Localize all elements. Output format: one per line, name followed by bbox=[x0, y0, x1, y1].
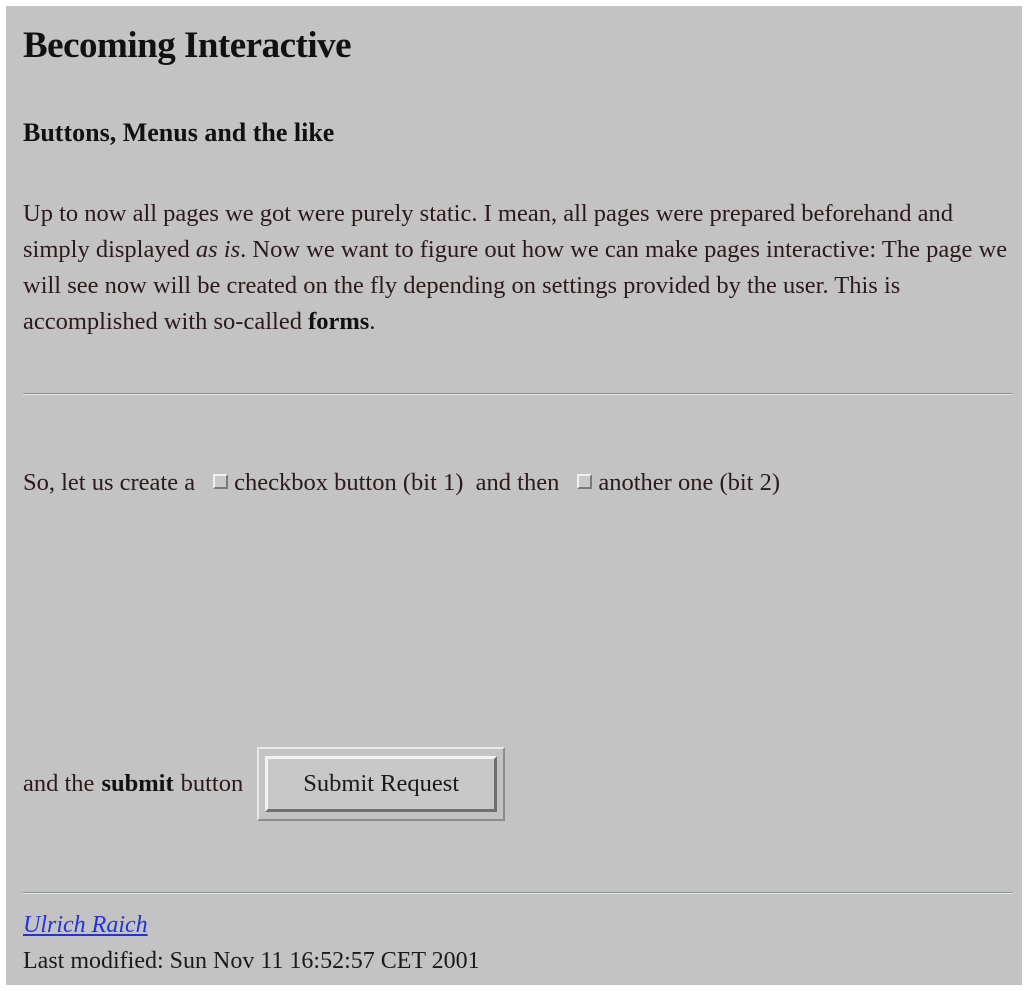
submit-button-frame: Submit Request bbox=[257, 747, 506, 821]
last-modified-text: Last modified: Sun Nov 11 16:52:57 CET 2… bbox=[23, 948, 480, 974]
intro-text-3: . bbox=[369, 308, 376, 335]
checkbox-bit2[interactable] bbox=[577, 474, 593, 489]
horizontal-rule-top bbox=[23, 393, 1013, 395]
horizontal-rule-bottom bbox=[23, 892, 1013, 894]
checkbox-middle-text: and then bbox=[475, 469, 560, 496]
checkbox-lead-text: So, let us create a bbox=[23, 469, 196, 496]
author-link[interactable]: Ulrich Raich bbox=[23, 912, 148, 939]
intro-paragraph: Up to now all pages we got were purely s… bbox=[23, 196, 1018, 340]
checkbox-bit2-label: another one (bit 2) bbox=[598, 469, 781, 496]
submit-strong-text: submit bbox=[101, 770, 174, 797]
checkbox-bit1-label: checkbox button (bit 1) bbox=[234, 469, 464, 496]
intro-strong: forms bbox=[308, 308, 370, 335]
submit-lead-text: and the bbox=[23, 770, 95, 797]
submit-request-button[interactable]: Submit Request bbox=[265, 756, 498, 812]
intro-emphasis: as is bbox=[195, 236, 241, 263]
page-title: Becoming Interactive bbox=[23, 25, 352, 66]
submit-trail-text: button bbox=[180, 770, 244, 797]
checkbox-bit1[interactable] bbox=[213, 474, 229, 489]
checkbox-sentence: So, let us create a checkbox button (bit … bbox=[23, 458, 1018, 508]
page-body: Becoming Interactive Buttons, Menus and … bbox=[6, 6, 1022, 985]
submit-sentence: and the submit button Submit Request bbox=[23, 744, 506, 824]
page-subtitle: Buttons, Menus and the like bbox=[23, 118, 335, 147]
